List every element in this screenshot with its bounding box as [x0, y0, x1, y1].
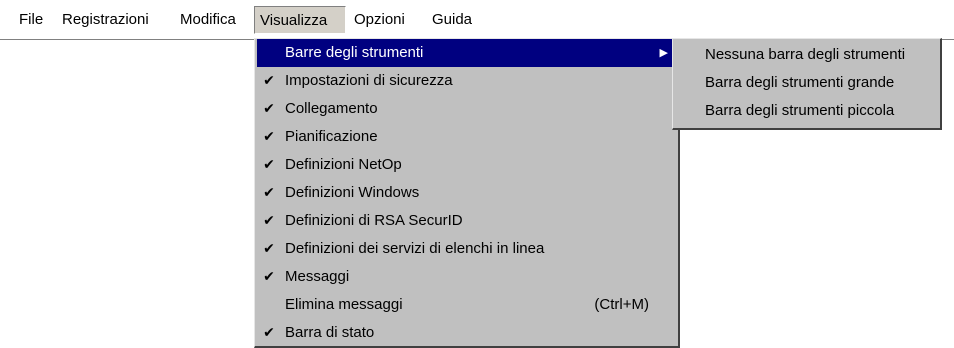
- shortcut-label: (Ctrl+M): [594, 296, 649, 313]
- menu-item-label: Barre degli strumenti: [285, 44, 424, 61]
- toolbar-submenu: Nessuna barra degli strumenti Barra degl…: [672, 38, 942, 130]
- menu-opzioni[interactable]: Opzioni: [354, 6, 405, 34]
- checkmark-icon: ✔: [263, 129, 275, 145]
- menu-guida[interactable]: Guida: [432, 6, 472, 34]
- menu-modifica[interactable]: Modifica: [180, 6, 236, 34]
- checkmark-icon: ✔: [263, 157, 275, 173]
- menu-item-pianificazione[interactable]: ✔ Pianificazione: [257, 123, 674, 151]
- checkmark-icon: ✔: [263, 101, 275, 117]
- checkmark-icon: ✔: [263, 325, 275, 341]
- checkmark-icon: ✔: [263, 213, 275, 229]
- menu-item-messaggi[interactable]: ✔ Messaggi: [257, 263, 674, 291]
- submenu-item-nessuna-barra[interactable]: Nessuna barra degli strumenti: [673, 41, 939, 69]
- checkmark-icon: ✔: [263, 241, 275, 257]
- menu-item-collegamento[interactable]: ✔ Collegamento: [257, 95, 674, 123]
- menu-item-label: Definizioni Windows: [285, 184, 420, 201]
- menu-item-label: Impostazioni di sicurezza: [285, 72, 453, 89]
- submenu-item-label: Nessuna barra degli strumenti: [705, 46, 906, 63]
- menu-visualizza[interactable]: Visualizza: [254, 6, 346, 34]
- menu-item-label: Barra di stato: [285, 324, 375, 341]
- menu-file[interactable]: File: [19, 6, 43, 34]
- menu-item-definizioni-windows[interactable]: ✔ Definizioni Windows: [257, 179, 674, 207]
- menu-item-impostazioni-di-sicurezza[interactable]: ✔ Impostazioni di sicurezza: [257, 67, 674, 95]
- menu-item-label: Messaggi: [285, 268, 350, 285]
- menu-item-barra-di-stato[interactable]: ✔ Barra di stato: [257, 319, 674, 347]
- submenu-item-label: Barra degli strumenti piccola: [705, 102, 895, 119]
- menu-item-label: Definizioni di RSA SecurID: [285, 212, 463, 229]
- submenu-item-barra-piccola[interactable]: Barra degli strumenti piccola: [673, 97, 939, 125]
- checkmark-icon: ✔: [263, 73, 275, 89]
- menu-registrazioni[interactable]: Registrazioni: [62, 6, 149, 34]
- checkmark-icon: ✔: [263, 269, 275, 285]
- menu-item-label: Elimina messaggi: [285, 296, 403, 313]
- menu-bar: File Registrazioni Modifica Visualizza O…: [0, 0, 954, 40]
- menu-item-elimina-messaggi[interactable]: Elimina messaggi (Ctrl+M): [257, 291, 674, 319]
- menu-item-label: Pianificazione: [285, 128, 378, 145]
- menu-item-definizioni-servizi-elenchi[interactable]: ✔ Definizioni dei servizi di elenchi in …: [257, 235, 674, 263]
- menu-item-barre-degli-strumenti[interactable]: Barre degli strumenti ▶: [257, 39, 674, 67]
- visualizza-dropdown: Barre degli strumenti ▶ ✔ Impostazioni d…: [254, 38, 680, 348]
- submenu-arrow-icon: ▶: [659, 46, 668, 59]
- menu-item-label: Definizioni NetOp: [285, 156, 402, 173]
- submenu-item-label: Barra degli strumenti grande: [705, 74, 895, 91]
- menu-item-label: Collegamento: [285, 100, 378, 117]
- checkmark-icon: ✔: [263, 185, 275, 201]
- submenu-item-barra-grande[interactable]: Barra degli strumenti grande: [673, 69, 939, 97]
- menu-item-definizioni-netop[interactable]: ✔ Definizioni NetOp: [257, 151, 674, 179]
- menu-item-definizioni-rsa-securid[interactable]: ✔ Definizioni di RSA SecurID: [257, 207, 674, 235]
- menu-item-label: Definizioni dei servizi di elenchi in li…: [285, 240, 545, 257]
